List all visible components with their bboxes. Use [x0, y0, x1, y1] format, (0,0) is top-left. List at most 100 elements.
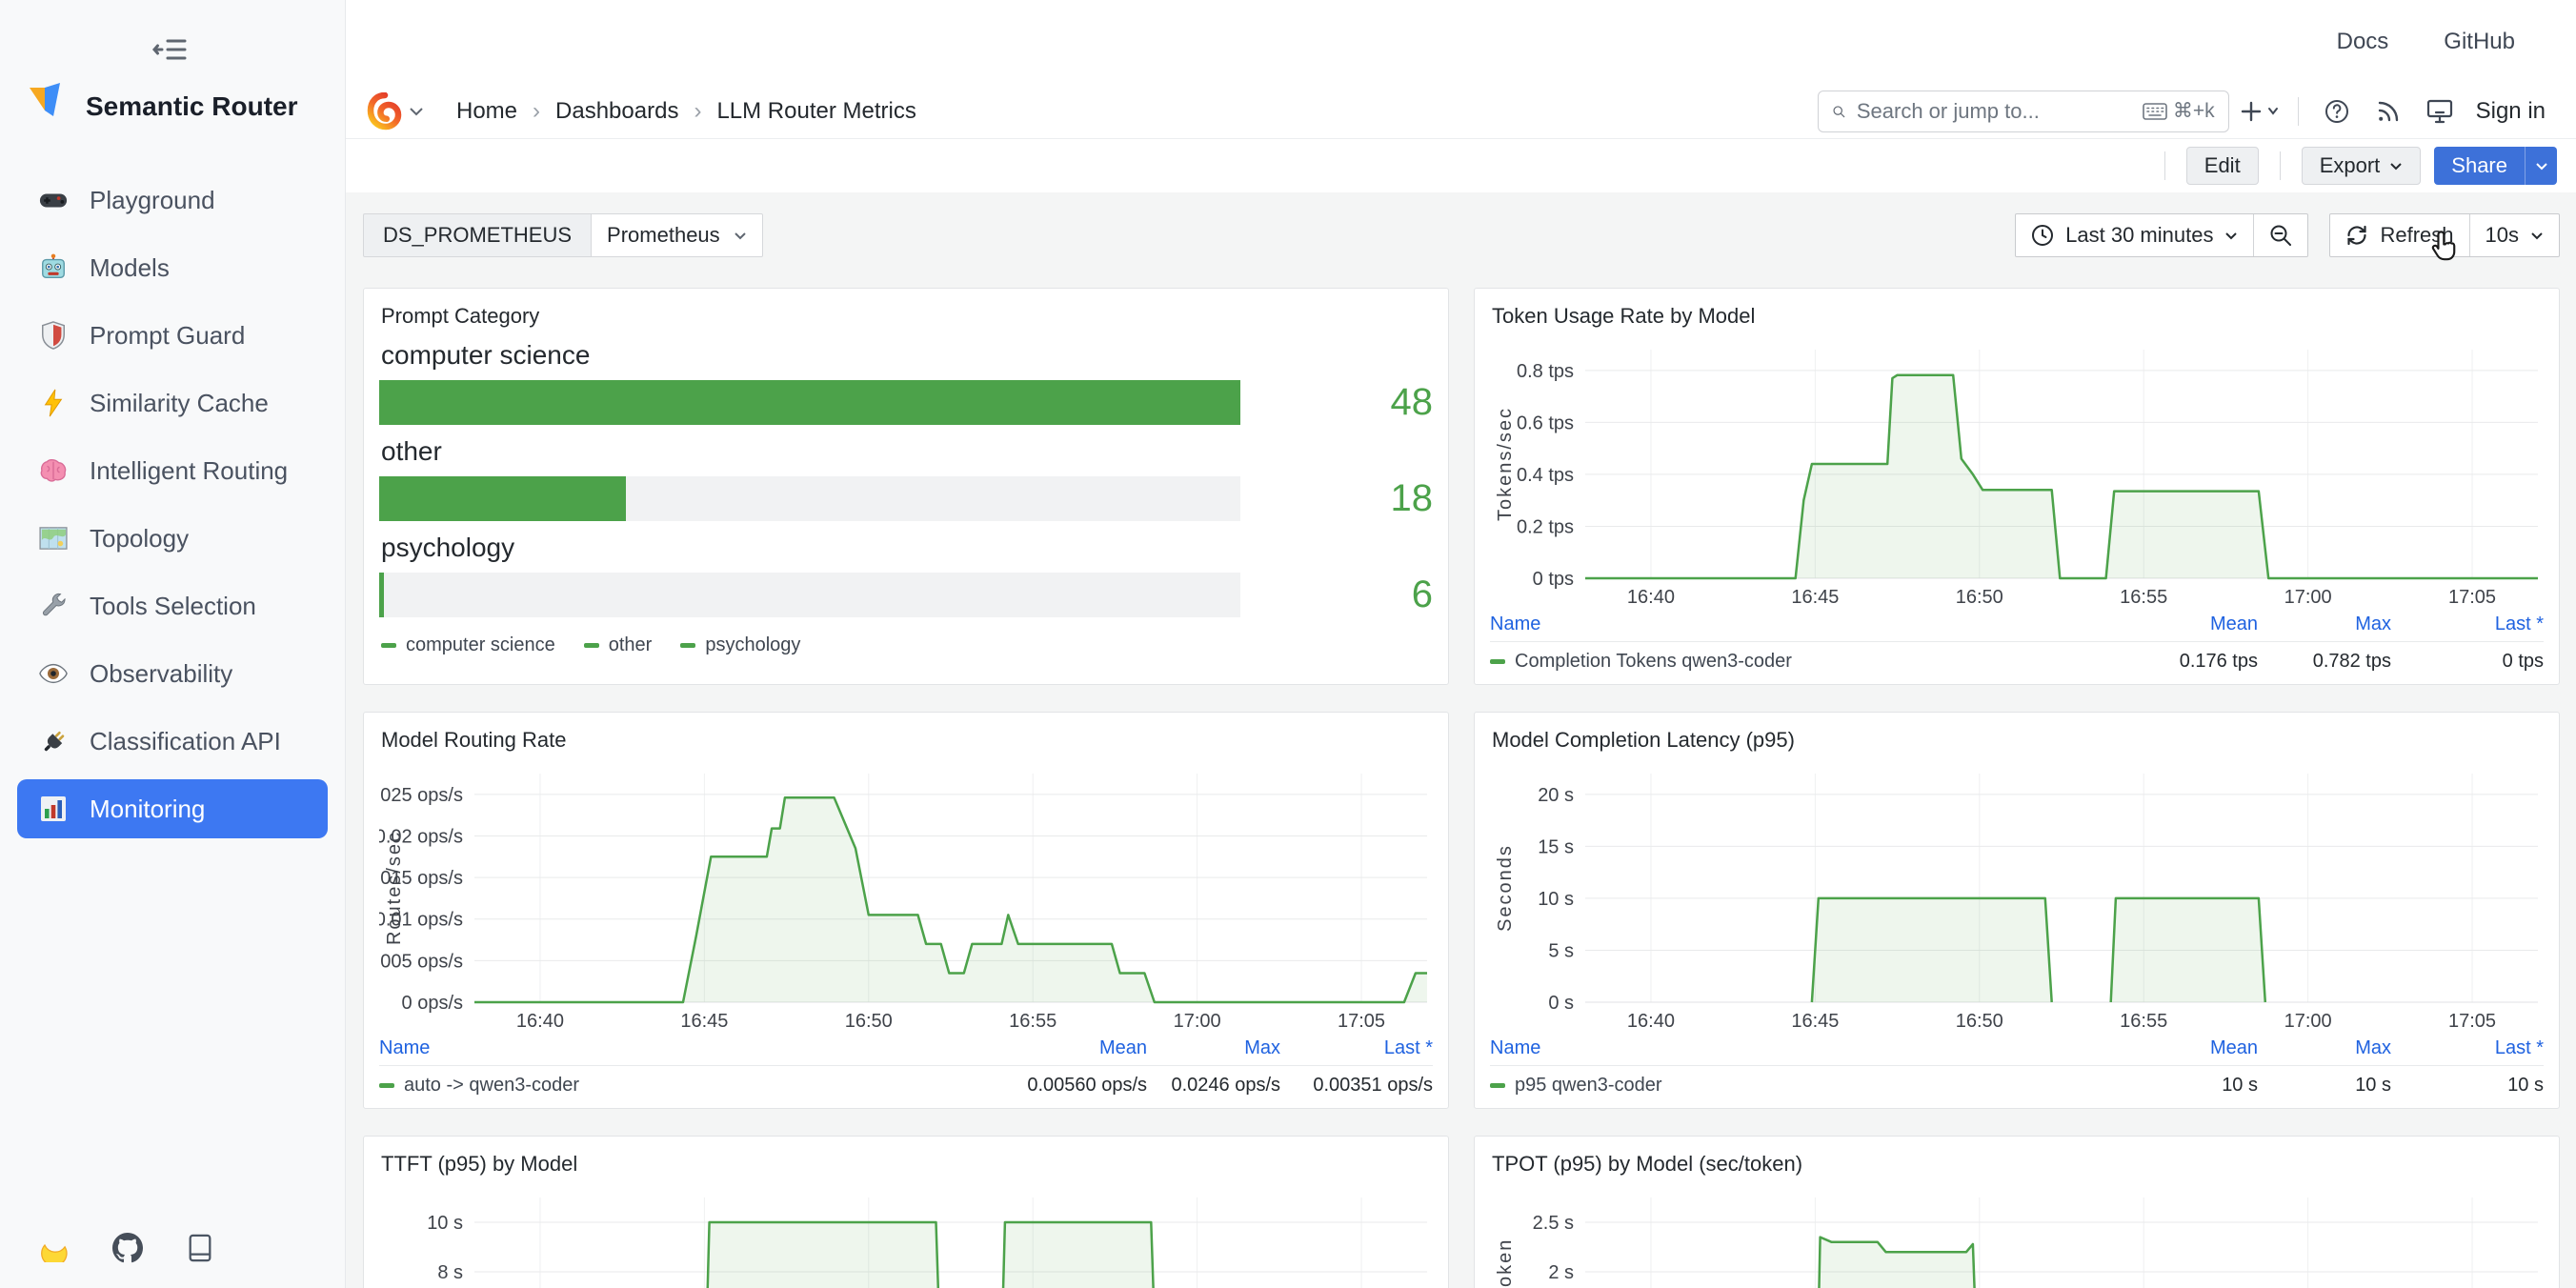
legend-item[interactable]: other [584, 634, 653, 656]
github-link[interactable]: GitHub [2444, 29, 2515, 55]
search-input[interactable] [1857, 99, 2131, 124]
zoom-out-button[interactable] [2253, 214, 2307, 256]
sidebar-item-similarity-cache[interactable]: Similarity Cache [17, 373, 328, 433]
sidebar-collapse-icon[interactable] [149, 32, 191, 67]
github-icon[interactable] [112, 1233, 143, 1263]
grafana-logo[interactable] [367, 92, 424, 131]
legend-col-max[interactable]: Max [2258, 614, 2391, 635]
legend-col-name[interactable]: Name [379, 1037, 1004, 1059]
svg-text:0.6 tps: 0.6 tps [1517, 413, 1574, 433]
series-name[interactable]: Completion Tokens qwen3-coder [1490, 651, 2115, 673]
datasource-select[interactable]: Prometheus [592, 213, 763, 257]
svg-text:10 s: 10 s [427, 1213, 463, 1234]
legend-col-name[interactable]: Name [1490, 1037, 2115, 1059]
legend-col-mean[interactable]: Mean [2115, 614, 2258, 635]
legend-header: Name Mean Max Last * [1490, 1036, 2544, 1066]
sidebar-item-label: Similarity Cache [90, 389, 269, 418]
sidebar-item-topology[interactable]: Topology [17, 509, 328, 568]
lightning-icon [38, 388, 69, 418]
bar-psychology [379, 573, 384, 617]
export-button[interactable]: Export [2302, 147, 2422, 185]
sidebar-item-prompt-guard[interactable]: Prompt Guard [17, 306, 328, 365]
refresh-button[interactable]: Refresh [2330, 214, 2468, 256]
docs-book-icon[interactable] [185, 1233, 215, 1263]
sidebar-item-intelligent-routing[interactable]: Intelligent Routing [17, 441, 328, 500]
svg-text:0 tps: 0 tps [1533, 569, 1574, 590]
timeseries-chart[interactable]: 0 tps0.2 tps0.4 tps0.6 tps0.8 tps16:4016… [1490, 336, 2546, 607]
panel-tpot: TPOT (p95) by Model (sec/token) 0 s0.5 s… [1474, 1136, 2560, 1288]
search-box[interactable]: ⌘+k [1818, 91, 2229, 132]
legend-col-name[interactable]: Name [1490, 614, 2115, 635]
dashboard-toolbar: Edit Export Share [346, 139, 2576, 192]
legend-col-last[interactable]: Last * [2391, 1037, 2544, 1059]
app-logo-row[interactable]: Semantic Router [0, 82, 345, 131]
sidebar-item-label: Models [90, 253, 170, 283]
svg-text:16:50: 16:50 [845, 1011, 893, 1031]
edit-button[interactable]: Edit [2186, 147, 2259, 185]
breadcrumb-home[interactable]: Home [456, 98, 517, 125]
timeseries-chart[interactable]: 0 s2 s4 s6 s8 s10 s16:4016:4516:5016:551… [379, 1184, 1435, 1288]
svg-text:16:45: 16:45 [1791, 587, 1839, 607]
divider [2164, 151, 2165, 180]
chevron-down-icon [2530, 231, 2544, 240]
legend-series-row: auto -> qwen3-coder 0.00560 ops/s 0.0246… [379, 1066, 1433, 1097]
news-rss-icon[interactable] [2367, 91, 2409, 132]
sidebar-item-label: Monitoring [90, 795, 205, 824]
svg-text:Tokens/sec: Tokens/sec [1495, 407, 1516, 521]
panel-title: TPOT (p95) by Model (sec/token) [1492, 1152, 2544, 1177]
timeseries-chart[interactable]: 0 s5 s10 s15 s20 s16:4016:4516:5016:5517… [1490, 760, 2546, 1031]
timeseries-chart[interactable]: 0 ops/s0.005 ops/s0.01 ops/s0.015 ops/s0… [379, 760, 1435, 1031]
divider [2280, 151, 2281, 180]
sidebar-item-playground[interactable]: Playground [17, 171, 328, 230]
sidebar: Semantic Router Playground Models Prompt… [0, 0, 346, 1288]
svg-text:2 s: 2 s [1548, 1262, 1574, 1283]
panel-grid: Prompt Category computer science 48 othe… [363, 288, 2560, 1288]
keyboard-shortcut-hint: ⌘+k [2143, 99, 2215, 123]
svg-text:16:40: 16:40 [516, 1011, 564, 1031]
svg-text:16:40: 16:40 [1627, 1011, 1675, 1031]
series-name[interactable]: auto -> qwen3-coder [379, 1075, 1004, 1097]
legend-col-mean[interactable]: Mean [1004, 1037, 1147, 1059]
sidebar-item-label: Classification API [90, 727, 281, 756]
chevron-down-icon [2389, 162, 2403, 171]
sidebar-item-classification-api[interactable]: Classification API [17, 712, 328, 771]
breadcrumb-dashboards[interactable]: Dashboards [555, 98, 678, 125]
share-button[interactable]: Share [2434, 147, 2525, 185]
legend-col-last[interactable]: Last * [2391, 614, 2544, 635]
dark-mode-moon-icon[interactable] [40, 1233, 70, 1263]
legend-col-mean[interactable]: Mean [2115, 1037, 2258, 1059]
timeseries-chart[interactable]: 0 s0.5 s1 s1.5 s2 s2.5 s16:4016:4516:501… [1490, 1184, 2546, 1288]
datasource-variable: DS_PROMETHEUS Prometheus [363, 213, 763, 257]
panel-prompt-category: Prompt Category computer science 48 othe… [363, 288, 1449, 685]
sidebar-item-label: Intelligent Routing [90, 456, 288, 486]
panel-model-routing-rate: Model Routing Rate 0 ops/s0.005 ops/s0.0… [363, 712, 1449, 1109]
panel-title: Model Routing Rate [381, 728, 1433, 753]
svg-text:17:00: 17:00 [2284, 587, 2332, 607]
refresh-interval-select[interactable]: 10s [2469, 214, 2559, 256]
search-icon [1832, 101, 1845, 122]
sidebar-item-monitoring[interactable]: Monitoring [17, 779, 328, 838]
site-topbar: Docs GitHub [346, 0, 2576, 84]
sign-in-button[interactable]: Sign in [2476, 98, 2546, 125]
svg-text:0 s: 0 s [1548, 993, 1574, 1014]
share-menu-button[interactable] [2525, 147, 2557, 185]
legend-item[interactable]: computer science [381, 634, 555, 656]
time-range-picker[interactable]: Last 30 minutes [2016, 214, 2253, 256]
svg-text:16:40: 16:40 [1627, 587, 1675, 607]
legend-col-max[interactable]: Max [1147, 1037, 1280, 1059]
legend-col-max[interactable]: Max [2258, 1037, 2391, 1059]
panel-legend: computer science other psychology [381, 634, 1433, 656]
sidebar-item-models[interactable]: Models [17, 238, 328, 297]
sidebar-item-tools-selection[interactable]: Tools Selection [17, 576, 328, 635]
svg-text:Seconds per token: Seconds per token [1495, 1238, 1516, 1288]
sidebar-item-observability[interactable]: Observability [17, 644, 328, 703]
add-new-button[interactable] [2239, 91, 2281, 132]
docs-link[interactable]: Docs [2337, 29, 2389, 55]
legend-item[interactable]: psychology [680, 634, 800, 656]
help-icon[interactable] [2316, 91, 2358, 132]
display-monitor-icon[interactable] [2419, 91, 2461, 132]
robot-icon [38, 252, 69, 283]
legend-col-last[interactable]: Last * [1280, 1037, 1433, 1059]
svg-text:17:05: 17:05 [2448, 587, 2496, 607]
series-name[interactable]: p95 qwen3-coder [1490, 1075, 2115, 1097]
